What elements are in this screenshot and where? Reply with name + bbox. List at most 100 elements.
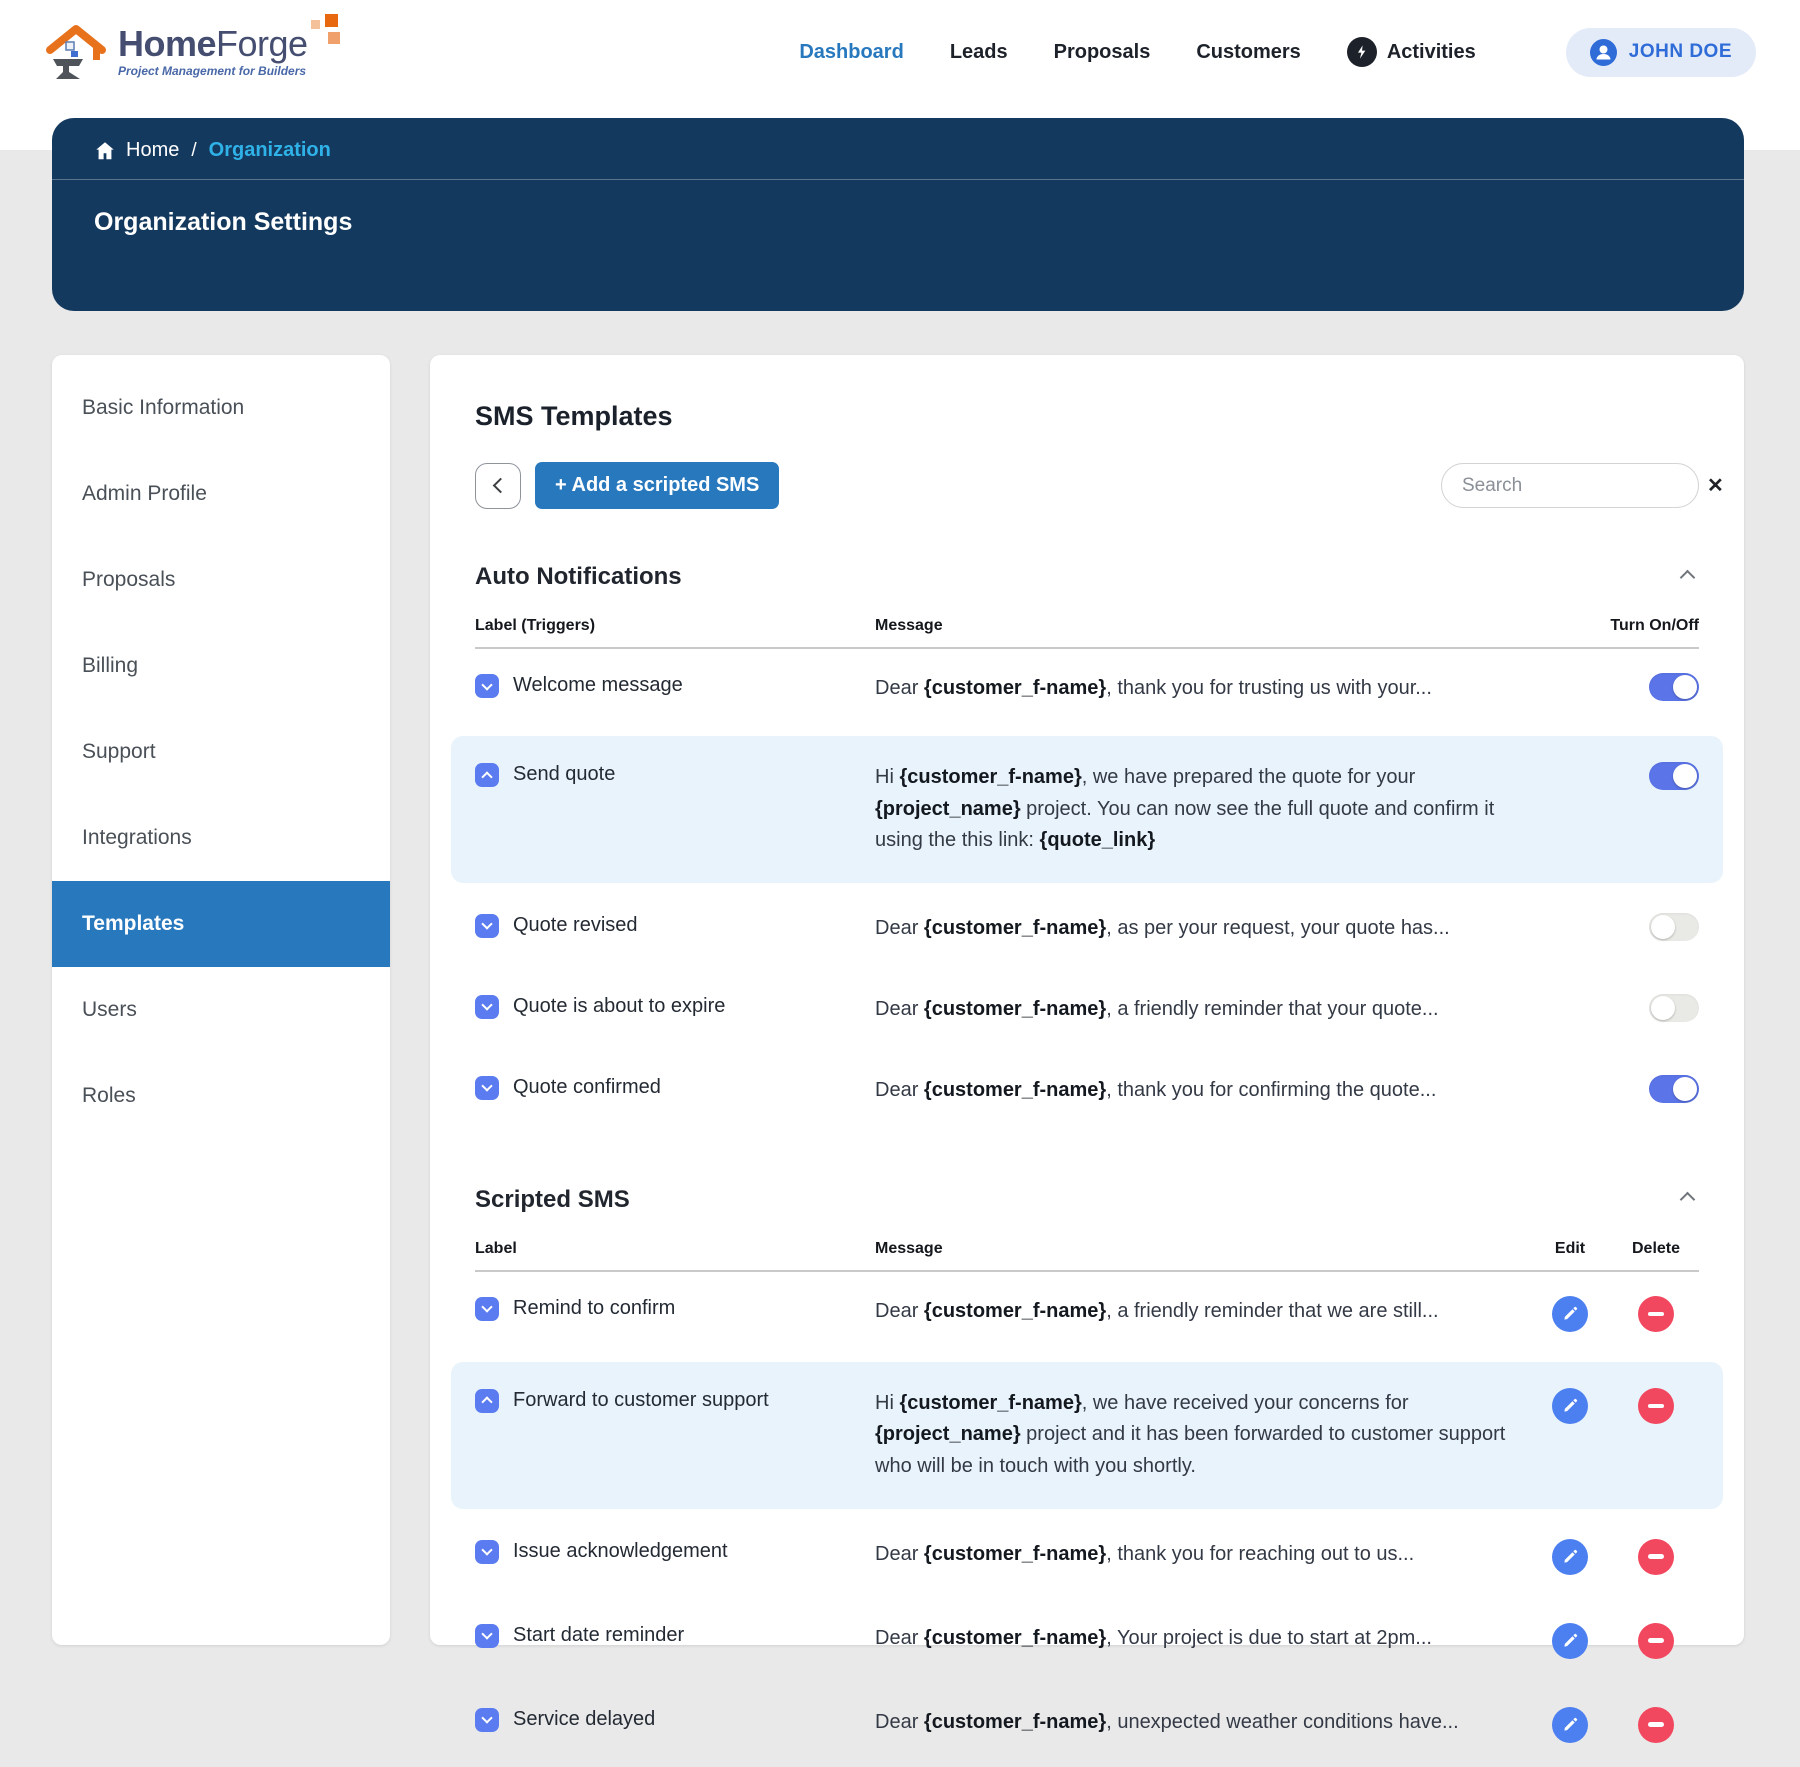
template-message: Dear {customer_f-name}, as per your requ…	[875, 913, 1515, 945]
minus-icon	[1648, 1554, 1664, 1559]
chevron-down-icon	[481, 1302, 492, 1313]
expand-row-button[interactable]	[475, 914, 499, 938]
user-name: JOHN DOE	[1629, 41, 1732, 63]
template-label: Remind to confirm	[513, 1296, 675, 1320]
template-label: Issue acknowledgement	[513, 1539, 728, 1563]
delete-button[interactable]	[1638, 1296, 1674, 1332]
sidebar-item-integrations[interactable]: Integrations	[52, 795, 390, 881]
user-icon	[1590, 39, 1617, 66]
edit-button[interactable]	[1552, 1296, 1588, 1332]
edit-button[interactable]	[1552, 1623, 1588, 1659]
sidebar-item-basic-information[interactable]: Basic Information	[52, 365, 390, 451]
template-label: Quote is about to expire	[513, 994, 725, 1018]
chevron-up-icon	[481, 771, 492, 782]
expand-row-button[interactable]	[475, 1540, 499, 1564]
page-header-band: Home / Organization Organization Setting…	[52, 118, 1744, 311]
template-label: Start date reminder	[513, 1623, 684, 1647]
table-row: Quote confirmed Dear {customer_f-name}, …	[475, 1051, 1699, 1132]
home-icon	[94, 140, 116, 162]
minus-icon	[1648, 1722, 1664, 1727]
sidebar-item-proposals[interactable]: Proposals	[52, 537, 390, 623]
table-row: Quote is about to expire Dear {customer_…	[475, 970, 1699, 1051]
column-header-edit: Edit	[1537, 1240, 1603, 1258]
table-row: Remind to confirm Dear {customer_f-name}…	[475, 1272, 1699, 1356]
sidebar-item-admin-profile[interactable]: Admin Profile	[52, 451, 390, 537]
collapse-row-button[interactable]	[475, 1389, 499, 1413]
table-row: Issue acknowledgement Dear {customer_f-n…	[475, 1515, 1699, 1599]
pencil-icon	[1562, 1632, 1579, 1649]
content-area: Basic Information Admin Profile Proposal…	[52, 355, 1744, 1645]
settings-sidebar: Basic Information Admin Profile Proposal…	[52, 355, 390, 1645]
homeforge-logo[interactable]: HomeForge Project Management for Builder…	[44, 22, 364, 82]
delete-button[interactable]	[1638, 1539, 1674, 1575]
nav-item-activities[interactable]: Activities	[1347, 37, 1476, 67]
template-message: Dear {customer_f-name}, Your project is …	[875, 1623, 1515, 1655]
chevron-left-icon	[492, 478, 508, 494]
expand-row-button[interactable]	[475, 995, 499, 1019]
table-row: Service delayed Dear {customer_f-name}, …	[475, 1683, 1699, 1767]
collapse-section-button[interactable]	[1676, 1188, 1699, 1211]
brand-name: HomeForge	[118, 26, 308, 62]
edit-button[interactable]	[1552, 1388, 1588, 1424]
turn-on-off-toggle[interactable]	[1649, 913, 1699, 941]
chevron-up-icon	[481, 1397, 492, 1408]
panel-title: SMS Templates	[475, 401, 1699, 432]
nav-item-proposals[interactable]: Proposals	[1054, 41, 1151, 64]
table-header: Label (Triggers) Message Turn On/Off	[475, 591, 1699, 649]
column-header-delete: Delete	[1613, 1240, 1699, 1258]
template-message: Hi {customer_f-name}, we have prepared t…	[875, 762, 1515, 857]
lightning-icon	[1347, 37, 1377, 67]
add-scripted-sms-button[interactable]: + Add a scripted SMS	[535, 462, 779, 509]
clear-search-icon[interactable]: ✕	[1707, 473, 1724, 498]
sidebar-item-billing[interactable]: Billing	[52, 623, 390, 709]
sidebar-item-templates[interactable]: Templates	[52, 881, 390, 967]
collapse-row-button[interactable]	[475, 763, 499, 787]
breadcrumb-home-link[interactable]: Home	[94, 139, 179, 162]
template-message: Hi {customer_f-name}, we have received y…	[875, 1388, 1515, 1483]
expand-row-button[interactable]	[475, 1297, 499, 1321]
table-row: Welcome message Dear {customer_f-name}, …	[475, 649, 1699, 730]
nav-item-dashboard[interactable]: Dashboard	[799, 41, 903, 64]
nav-item-leads[interactable]: Leads	[950, 41, 1008, 64]
sidebar-item-roles[interactable]: Roles	[52, 1053, 390, 1139]
chevron-down-icon	[481, 919, 492, 930]
delete-button[interactable]	[1638, 1388, 1674, 1424]
edit-button[interactable]	[1552, 1707, 1588, 1743]
collapse-section-button[interactable]	[1676, 566, 1699, 589]
pencil-icon	[1562, 1548, 1579, 1565]
template-message: Dear {customer_f-name}, thank you for re…	[875, 1539, 1515, 1571]
nav-item-customers[interactable]: Customers	[1196, 41, 1300, 64]
breadcrumb-current-organization[interactable]: Organization	[209, 139, 331, 162]
breadcrumb: Home / Organization	[52, 118, 1744, 180]
expand-row-button[interactable]	[475, 674, 499, 698]
template-message: Dear {customer_f-name}, a friendly remin…	[875, 1296, 1515, 1328]
table-row: Send quote Hi {customer_f-name}, we have…	[451, 736, 1723, 883]
chevron-down-icon	[481, 1628, 492, 1639]
delete-button[interactable]	[1638, 1623, 1674, 1659]
template-label: Send quote	[513, 762, 615, 786]
turn-on-off-toggle[interactable]	[1649, 1075, 1699, 1103]
minus-icon	[1648, 1638, 1664, 1643]
chevron-down-icon	[481, 1712, 492, 1723]
brand-tagline: Project Management for Builders	[118, 64, 308, 78]
table-row: Forward to customer support Hi {customer…	[451, 1362, 1723, 1509]
user-menu-button[interactable]: JOHN DOE	[1566, 28, 1756, 77]
section-title-auto-notifications: Auto Notifications	[475, 563, 682, 591]
turn-on-off-toggle[interactable]	[1649, 994, 1699, 1022]
template-label: Forward to customer support	[513, 1388, 769, 1412]
back-button[interactable]	[475, 463, 521, 509]
sidebar-item-users[interactable]: Users	[52, 967, 390, 1053]
expand-row-button[interactable]	[475, 1076, 499, 1100]
turn-on-off-toggle[interactable]	[1649, 762, 1699, 790]
template-message: Dear {customer_f-name}, thank you for co…	[875, 1075, 1515, 1107]
delete-button[interactable]	[1638, 1707, 1674, 1743]
expand-row-button[interactable]	[475, 1708, 499, 1732]
sidebar-item-support[interactable]: Support	[52, 709, 390, 795]
expand-row-button[interactable]	[475, 1624, 499, 1648]
logo-accent-square	[325, 14, 338, 27]
chevron-down-icon	[481, 1000, 492, 1011]
search-box: ✕	[1441, 463, 1699, 508]
turn-on-off-toggle[interactable]	[1649, 673, 1699, 701]
edit-button[interactable]	[1552, 1539, 1588, 1575]
search-input[interactable]	[1462, 475, 1707, 497]
